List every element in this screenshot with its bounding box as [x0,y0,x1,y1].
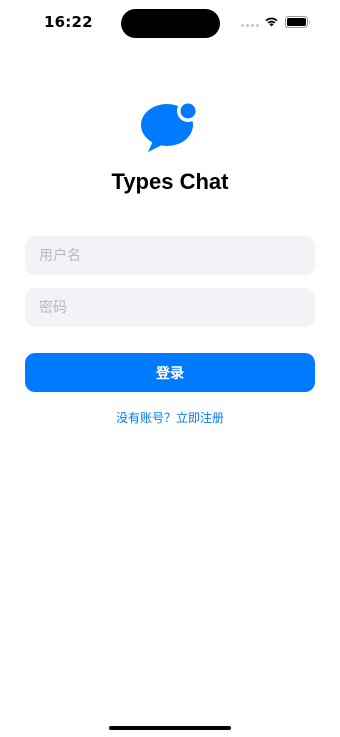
dynamic-island [121,9,220,38]
login-screen: 16:22 Types Chat 登录 没有账号？立即注册 [0,0,340,737]
password-input[interactable] [25,288,315,327]
wifi-icon [265,17,278,27]
status-time: 16:22 [44,13,93,31]
battery-icon [285,16,310,28]
cellular-signal-icon [241,24,259,27]
chat-bubble-icon [141,100,199,152]
register-link[interactable]: 没有账号？立即注册 [0,409,340,426]
login-button[interactable]: 登录 [25,353,315,392]
app-title: Types Chat [111,169,229,194]
home-indicator[interactable] [109,726,231,730]
username-input[interactable] [25,236,315,275]
